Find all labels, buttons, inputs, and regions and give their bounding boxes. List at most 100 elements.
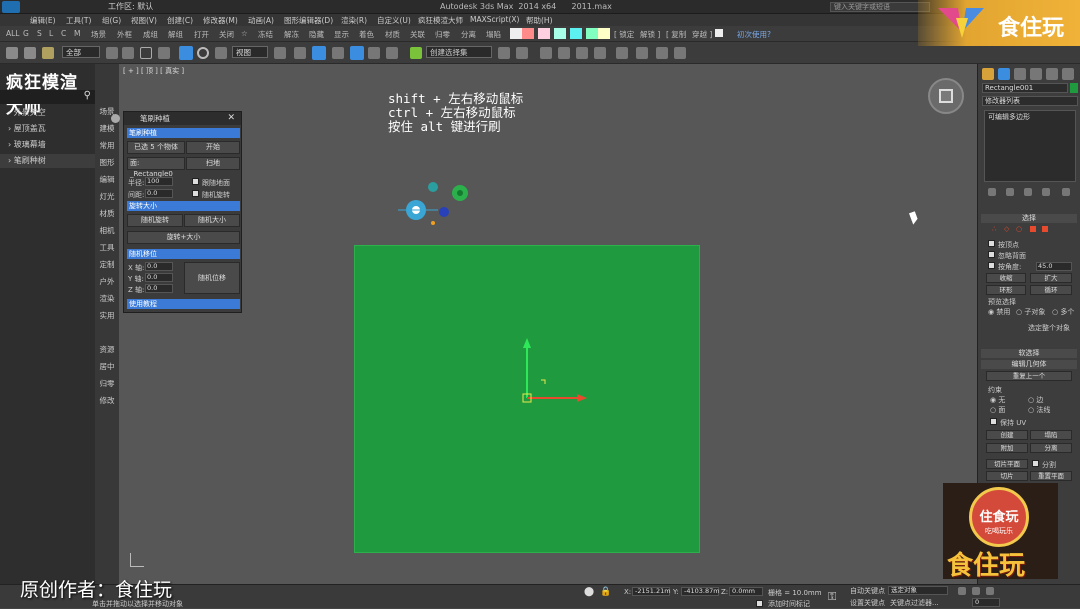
- layer-manager-icon[interactable]: [540, 47, 552, 59]
- y-axis-input[interactable]: 0.0: [145, 273, 173, 282]
- swatch-color-5[interactable]: [586, 28, 598, 39]
- category-shapes[interactable]: 图形: [95, 157, 119, 168]
- named-selection-set-dropdown[interactable]: 创建选择集: [426, 46, 492, 58]
- menu-group[interactable]: 组(G): [102, 15, 121, 26]
- section-rotate-size[interactable]: 旋转大小: [127, 201, 240, 211]
- tb-detach[interactable]: 分离: [461, 29, 476, 40]
- scale-icon[interactable]: [215, 47, 227, 59]
- attach-button[interactable]: 附加: [986, 443, 1028, 453]
- border-icon[interactable]: ○: [1016, 225, 1022, 233]
- menu-rendering[interactable]: 渲染(R): [341, 15, 367, 26]
- rect-select-icon[interactable]: [140, 47, 152, 59]
- menu-modifiers[interactable]: 修改器(M): [203, 15, 238, 26]
- ignore-backfacing-checkbox[interactable]: [988, 251, 995, 258]
- window-title-bar[interactable]: 笔刷种植 ✕: [111, 112, 241, 125]
- snaps-toggle-icon[interactable]: [332, 47, 344, 59]
- menu-plugin[interactable]: 疯狂模渲大师: [418, 15, 463, 26]
- tb-show[interactable]: 显示: [334, 29, 349, 40]
- tb-freeze[interactable]: 冻结: [258, 29, 273, 40]
- category-lights[interactable]: 灯光: [95, 191, 119, 202]
- align-icon[interactable]: [516, 47, 528, 59]
- swatch-white[interactable]: [510, 28, 522, 39]
- search-icon[interactable]: ⚲: [84, 90, 91, 101]
- key-icon[interactable]: ⚿: [828, 590, 836, 604]
- filter-m[interactable]: M: [74, 29, 80, 38]
- tb-collapse[interactable]: 塌陷: [486, 29, 501, 40]
- auto-key-button[interactable]: 自动关键点: [850, 586, 885, 596]
- menu-graph-editors[interactable]: 图形编辑器(D): [284, 15, 333, 26]
- current-frame-input[interactable]: 0: [972, 598, 1000, 607]
- create-button[interactable]: 创建: [986, 430, 1028, 440]
- filter-g[interactable]: G: [23, 29, 29, 38]
- rotate-plus-size-button[interactable]: 旋转+大小: [127, 231, 240, 244]
- menu-animation[interactable]: 动画(A): [248, 15, 274, 26]
- select-object-icon[interactable]: [106, 47, 118, 59]
- vertex-icon[interactable]: ∴: [992, 225, 996, 233]
- category-edit[interactable]: 编辑: [95, 174, 119, 185]
- pivot-center-icon[interactable]: [274, 47, 286, 59]
- rendered-frame-icon[interactable]: [656, 47, 668, 59]
- tb-group[interactable]: 成组: [143, 29, 158, 40]
- section-tutorial[interactable]: 使用教程: [127, 299, 240, 309]
- swatch-color-2[interactable]: [538, 28, 550, 39]
- filter-s[interactable]: S: [37, 29, 42, 38]
- tree-object[interactable]: [439, 207, 449, 217]
- isolate-icon[interactable]: ⬤: [584, 587, 594, 597]
- rollout-soft-selection[interactable]: 软选择: [981, 349, 1077, 358]
- tb-reset[interactable]: 归零: [435, 29, 450, 40]
- viewcube-face[interactable]: [939, 89, 953, 103]
- key-filters-button[interactable]: 关键点过滤器...: [890, 598, 939, 608]
- tb-unfreeze[interactable]: 解冻: [284, 29, 299, 40]
- transform-gizmo[interactable]: [515, 336, 595, 411]
- utilities-tab-icon[interactable]: [1062, 68, 1074, 80]
- category-render[interactable]: 渲染: [95, 293, 119, 304]
- constraint-face-radio[interactable]: ○ 面: [990, 405, 1005, 415]
- search-input[interactable]: 键入关键字或短语: [830, 2, 930, 12]
- preview-subobject-radio[interactable]: ○ 子对象: [1016, 307, 1045, 317]
- display-tab-icon[interactable]: [1046, 68, 1058, 80]
- time-tag-checkbox[interactable]: [756, 600, 763, 607]
- ring-button[interactable]: 环形: [986, 285, 1026, 295]
- x-coord-input[interactable]: -2151.21m: [632, 587, 671, 596]
- curve-editor-icon[interactable]: [576, 47, 588, 59]
- render-setup-icon[interactable]: [636, 47, 648, 59]
- tb-hide[interactable]: 隐藏: [309, 29, 324, 40]
- detach-button[interactable]: 分离: [1030, 443, 1072, 453]
- pin-stack-icon[interactable]: [988, 188, 996, 196]
- tb-shade[interactable]: 着色: [359, 29, 374, 40]
- swatch-color-4[interactable]: [570, 28, 582, 39]
- split-checkbox[interactable]: [1032, 460, 1039, 467]
- reference-coord-dropdown[interactable]: 视图: [232, 46, 268, 58]
- schematic-view-icon[interactable]: [594, 47, 606, 59]
- filter-l[interactable]: L: [49, 29, 53, 38]
- constraint-normal-radio[interactable]: ○ 法线: [1028, 405, 1050, 415]
- object-color-swatch[interactable]: [1070, 83, 1078, 93]
- configure-sets-icon[interactable]: [1062, 188, 1070, 196]
- category-tools[interactable]: 工具: [95, 242, 119, 253]
- tb-lock[interactable]: [ 锁定: [614, 29, 634, 40]
- swatch-color-6[interactable]: [598, 28, 610, 39]
- preview-multi-radio[interactable]: ○ 多个: [1052, 307, 1074, 317]
- motion-tab-icon[interactable]: [1030, 68, 1042, 80]
- menu-customize[interactable]: 自定义(U): [377, 15, 411, 26]
- section-random-offset[interactable]: 随机移位: [127, 249, 240, 259]
- repeat-last-button[interactable]: 重复上一个: [986, 371, 1072, 381]
- create-tab-icon[interactable]: [982, 68, 994, 80]
- collapse-button[interactable]: 塌陷: [1030, 430, 1072, 440]
- category-modify[interactable]: 修改: [95, 395, 119, 406]
- constraint-edge-radio[interactable]: ○ 边: [1028, 395, 1043, 405]
- select-by-name-icon[interactable]: [122, 47, 134, 59]
- tb-open[interactable]: 打开: [194, 29, 209, 40]
- edit-named-selection-icon[interactable]: [410, 47, 422, 59]
- previous-frame-icon[interactable]: [972, 587, 980, 595]
- remove-modifier-icon[interactable]: [1042, 188, 1050, 196]
- tb-link[interactable]: 关联: [410, 29, 425, 40]
- selected-objects-button[interactable]: 已选 5 个物体: [127, 141, 185, 154]
- spinner-snap-icon[interactable]: [386, 47, 398, 59]
- element-icon[interactable]: [1042, 226, 1048, 232]
- category-resources[interactable]: 资源: [95, 344, 119, 355]
- play-icon[interactable]: [986, 587, 994, 595]
- swatch-color-1[interactable]: [522, 28, 534, 39]
- hierarchy-tab-icon[interactable]: [1014, 68, 1026, 80]
- show-end-result-icon[interactable]: [1006, 188, 1014, 196]
